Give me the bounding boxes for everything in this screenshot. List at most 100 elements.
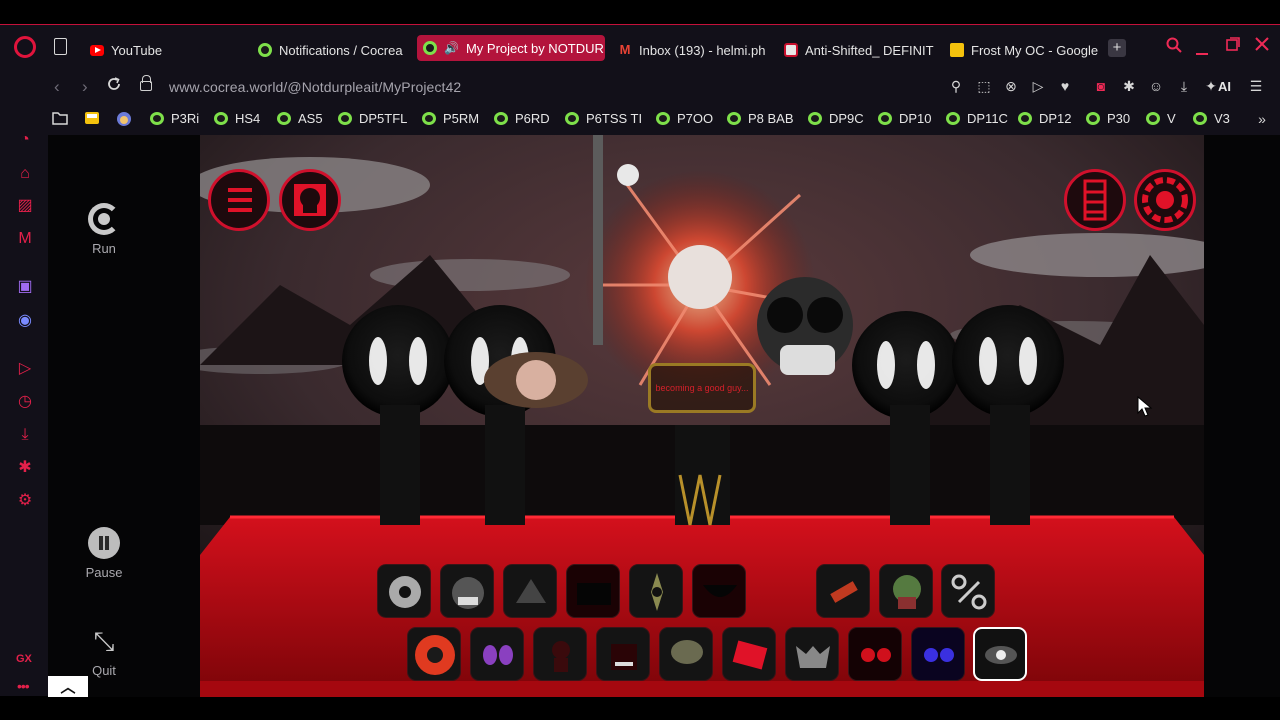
bookmark-item[interactable]: P6RD	[494, 111, 550, 126]
bookmark-item[interactable]: P3Ri	[150, 111, 199, 126]
profile-icon[interactable]: ☺	[1148, 78, 1164, 94]
extensions-sidebar-icon[interactable]: ✱	[16, 459, 34, 477]
aria-icon[interactable]: ✦	[1203, 78, 1219, 94]
adblock-icon[interactable]: ⊗	[1003, 78, 1019, 94]
downloads-icon[interactable]: ⤓	[16, 426, 34, 444]
pause-button[interactable]: Pause	[66, 527, 142, 580]
sound-icon-beat-2[interactable]	[440, 564, 494, 618]
maximize-icon[interactable]	[1226, 37, 1240, 56]
sound-icon-melody-4[interactable]	[470, 627, 524, 681]
easy-setup-icon[interactable]: ☰	[1248, 78, 1264, 94]
more-bookmarks-icon[interactable]: »	[1254, 111, 1270, 127]
google-slides-icon	[950, 43, 964, 57]
opera-gx-logo-icon[interactable]	[14, 36, 36, 58]
download-icon[interactable]: ⤓	[1176, 78, 1192, 94]
snapshot-icon[interactable]: ⬚	[976, 78, 992, 94]
extensions-icon[interactable]: ✱	[1121, 78, 1137, 94]
heart-icon[interactable]: ♥	[1057, 78, 1073, 94]
sound-icon-voice-5[interactable]	[785, 627, 839, 681]
sound-icon-effect-1[interactable]	[629, 564, 683, 618]
ai-label[interactable]: AI	[1218, 79, 1231, 94]
bookmark-item[interactable]: P8 BAB	[727, 111, 794, 126]
sound-icon-melody-3[interactable]	[407, 627, 461, 681]
new-tab-button[interactable]: +	[1108, 39, 1126, 57]
bookmark-item[interactable]: P30	[1086, 111, 1130, 126]
sound-icon-beat-3[interactable]	[503, 564, 557, 618]
bookmark-item[interactable]: V	[1146, 111, 1176, 126]
minimize-icon[interactable]	[1196, 43, 1208, 61]
tab-notifications[interactable]: Notifications / Cocrea	[252, 37, 410, 63]
notes-bookmark-icon[interactable]	[84, 111, 100, 127]
bookmark-label: P5RM	[443, 111, 480, 126]
close-icon[interactable]	[1255, 37, 1269, 56]
bookmark-item[interactable]: DP10	[878, 111, 932, 126]
tab-anti-shifted[interactable]: Anti-Shifted_ DEFINIT	[778, 37, 934, 63]
sound-icon-effect-3[interactable]	[816, 564, 870, 618]
more-icon[interactable]: •••	[17, 678, 30, 694]
bookmark-item[interactable]: DP11C	[946, 111, 1008, 126]
bookmark-item[interactable]: AS5	[277, 111, 323, 126]
discord-icon[interactable]: ◉	[16, 312, 34, 330]
sound-icon-voice-1[interactable]	[533, 627, 587, 681]
sound-icon-empty[interactable]	[755, 564, 809, 618]
speaker-icon[interactable]: 🔊	[444, 41, 459, 55]
lock-icon[interactable]	[140, 75, 152, 91]
search-icon[interactable]	[1166, 37, 1182, 58]
avatar-bookmark-icon[interactable]	[116, 111, 132, 127]
play-icon[interactable]: ▷	[1030, 78, 1046, 94]
hamburger-icon	[228, 188, 252, 212]
camera-icon[interactable]: ◙	[1093, 78, 1109, 94]
tab-inbox[interactable]: M Inbox (193) - helmi.ph	[612, 37, 768, 63]
bookmark-item[interactable]: DP12	[1018, 111, 1072, 126]
sound-icon-voice-7[interactable]	[911, 627, 965, 681]
sound-icon-voice-2[interactable]	[596, 627, 650, 681]
sound-icon-eye-selected[interactable]	[973, 627, 1027, 681]
sound-icon-voice-3[interactable]	[659, 627, 713, 681]
gx-corner-icon[interactable]: ⌂	[16, 165, 34, 183]
menu-button[interactable]	[208, 169, 270, 231]
reload-icon[interactable]	[106, 76, 122, 97]
collapse-panel-button[interactable]: ︿	[48, 676, 88, 697]
gx-sidebar: ◔ ⌂ ▨ M ▣ ◉ ▷ ◷ ⤓ ✱ ⚙ GX •••	[0, 131, 48, 697]
tab-youtube[interactable]: YouTube	[84, 37, 244, 63]
cocrea-icon	[878, 112, 892, 125]
sound-icon-beat-1[interactable]	[377, 564, 431, 618]
twitch-icon[interactable]: ▣	[16, 278, 34, 296]
tab-frost-my-oc[interactable]: Frost My OC - Google	[944, 37, 1100, 63]
bookmark-item[interactable]: P7OO	[656, 111, 713, 126]
sound-icon-melody-2[interactable]	[941, 564, 995, 618]
folder-icon[interactable]	[52, 111, 68, 127]
anti-shifted-icon	[784, 43, 798, 57]
player-icon[interactable]: ▷	[16, 360, 34, 378]
bonus-button[interactable]	[1134, 169, 1196, 231]
bookmark-item[interactable]: P5RM	[422, 111, 479, 126]
recording-button[interactable]	[1064, 169, 1126, 231]
sound-icon-voice-6[interactable]	[848, 627, 902, 681]
back-icon[interactable]: ‹	[54, 77, 60, 97]
bookmark-item[interactable]: DP9C	[808, 111, 864, 126]
sound-icon-effect-2[interactable]	[692, 564, 746, 618]
cocrea-icon	[656, 112, 670, 125]
bookmark-item[interactable]: V3	[1193, 111, 1230, 126]
tab-list-icon[interactable]	[54, 38, 67, 55]
sound-icon-beat-4[interactable]	[566, 564, 620, 618]
pin-icon[interactable]: ⚲	[948, 78, 964, 94]
tab-my-project[interactable]: 🔊 My Project by NOTDUR	[417, 35, 605, 61]
history-icon[interactable]: ◷	[16, 393, 34, 411]
gx-cleaner-icon[interactable]: ▨	[16, 197, 34, 215]
bookmark-item[interactable]: P6TSS TI	[565, 111, 642, 126]
bookmark-item[interactable]: DP5TFL	[338, 111, 407, 126]
settings-icon[interactable]: ⚙	[16, 492, 34, 510]
run-button[interactable]: Run	[66, 203, 142, 256]
gx-mail-icon[interactable]: M	[16, 230, 34, 248]
sheet-icon	[1083, 179, 1107, 221]
forward-icon[interactable]: ›	[82, 77, 88, 97]
sound-icon-voice-4[interactable]	[722, 627, 776, 681]
bookmark-item[interactable]: HS4	[214, 111, 260, 126]
quit-button[interactable]: ⤡ Quit	[66, 625, 142, 678]
gx-control-icon[interactable]: ◔	[16, 131, 34, 149]
character-button[interactable]	[279, 169, 341, 231]
url-field[interactable]: www.cocrea.world/@Notdurpleait/MyProject…	[169, 79, 461, 95]
game-canvas[interactable]: becoming a good guy...	[200, 135, 1204, 697]
sound-icon-melody-1[interactable]	[879, 564, 933, 618]
